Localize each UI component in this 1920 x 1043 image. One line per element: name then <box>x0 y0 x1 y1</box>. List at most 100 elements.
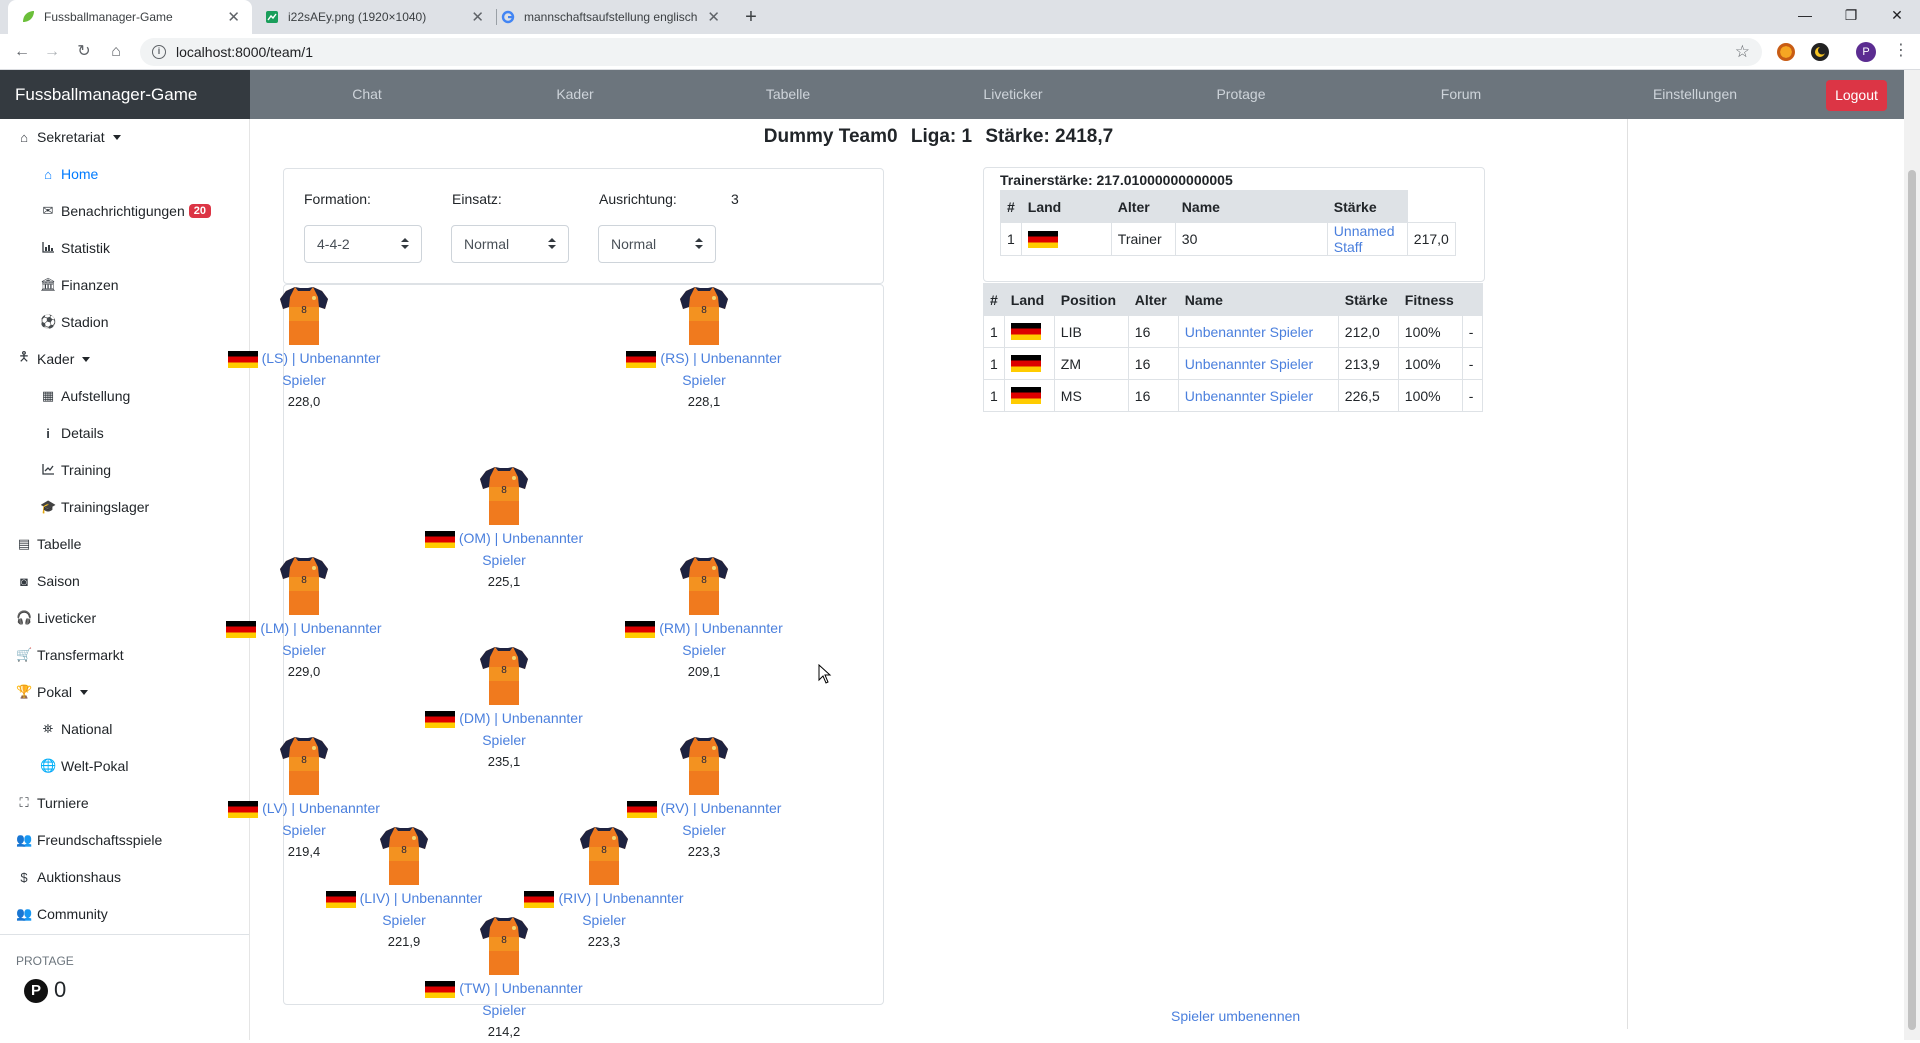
sidebar-item-home[interactable]: ⌂ Home <box>40 163 98 185</box>
player-position-label[interactable]: (RS) | Unbenannter <box>624 347 784 369</box>
player-position-label[interactable]: (LV) | Unbenannter <box>224 797 384 819</box>
sidebar-item-stadion[interactable]: ⚽ Stadion <box>40 311 108 333</box>
sidebar-item-training[interactable]: Training <box>40 459 111 481</box>
trainer-name[interactable]: Unnamed Staff <box>1326 222 1408 256</box>
player-position-label[interactable]: (TW) | Unbenannter <box>424 977 584 999</box>
trainer-name-link[interactable]: Unnamed Staff <box>1334 223 1395 255</box>
nav-link-tabelle[interactable]: Tabelle <box>738 70 838 119</box>
browser-menu-icon[interactable]: ⋮ <box>1893 40 1909 60</box>
forward-arrow-icon[interactable]: → <box>38 38 66 66</box>
squad-name[interactable]: Unbenannter Spieler <box>1177 315 1339 348</box>
sidebar-item-label: Freundschaftsspiele <box>37 832 163 848</box>
night-mode-extension-icon[interactable] <box>1811 43 1829 61</box>
sidebar-item-liveticker[interactable]: 🎧 Liveticker <box>16 607 96 629</box>
extension-icon[interactable] <box>1777 43 1795 61</box>
formation-select[interactable]: 4-4-2 <box>304 225 422 263</box>
nav-link-protage[interactable]: Protage <box>1191 70 1291 119</box>
browser-toolbar: ← → ↻ ⌂ i localhost:8000/team/1 ☆ P ⋮ <box>0 34 1920 70</box>
nav-link-chat[interactable]: Chat <box>317 70 417 119</box>
germany-flag-icon <box>228 800 259 818</box>
player-position-label[interactable]: (RV) | Unbenannter <box>624 797 784 819</box>
squad-name[interactable]: Unbenannter Spieler <box>1177 347 1339 380</box>
protage-coin-icon: P <box>24 979 48 1003</box>
nav-link-einstellungen[interactable]: Einstellungen <box>1640 70 1750 119</box>
page-scrollbar[interactable] <box>1904 70 1920 1040</box>
player-name-link[interactable]: Spieler <box>624 639 784 661</box>
squad-name[interactable]: Unbenannter Spieler <box>1177 379 1339 412</box>
player-card[interactable]: 8 (RS) | Unbenannter Spieler 228,1 <box>624 285 784 413</box>
nav-link-kader[interactable]: Kader <box>525 70 625 119</box>
player-name-link[interactable]: Unbenannter Spieler <box>1185 356 1313 372</box>
sidebar-item-benachrichtigungen[interactable]: ✉ Benachrichtigungen 20 <box>40 200 212 222</box>
player-card[interactable]: 8 (LS) | Unbenannter Spieler 228,0 <box>224 285 384 413</box>
player-name-link[interactable]: Spieler <box>424 999 584 1021</box>
sidebar-item-national[interactable]: ⛯ National <box>40 718 113 740</box>
ausrichtung-select[interactable]: Normal <box>598 225 716 263</box>
sidebar-item-saison[interactable]: ◙ Saison <box>16 570 80 592</box>
sidebar-item-finanzen[interactable]: 🏛 Finanzen <box>40 274 119 296</box>
restore-window-icon[interactable]: ❐ <box>1828 0 1874 30</box>
player-card[interactable]: 8 (TW) | Unbenannter Spieler 214,2 <box>424 915 584 1043</box>
sidebar-item-freundschaftsspiele[interactable]: 👥 Freundschaftsspiele <box>16 829 162 851</box>
player-card[interactable]: 8 (DM) | Unbenannter Spieler 235,1 <box>424 645 584 773</box>
sidebar-item-auktionshaus[interactable]: $ Auktionshaus <box>16 866 121 888</box>
ausrichtung-select-value: Normal <box>611 236 657 252</box>
nav-link-forum[interactable]: Forum <box>1411 70 1511 119</box>
sidebar-item-tabelle[interactable]: ▤ Tabelle <box>16 533 82 555</box>
sidebar-item-turniere[interactable]: ⛶ Turniere <box>16 792 88 814</box>
player-position-label[interactable]: (DM) | Unbenannter <box>424 707 584 729</box>
logout-button[interactable]: Logout <box>1826 80 1887 111</box>
minimize-window-icon[interactable]: — <box>1782 0 1828 30</box>
player-position-label[interactable]: (LM) | Unbenannter <box>224 617 384 639</box>
player-name-link[interactable]: Spieler <box>424 549 584 571</box>
player-name-link[interactable]: Spieler <box>224 369 384 391</box>
sidebar-item-sekretariat[interactable]: ⌂ Sekretariat <box>16 126 121 148</box>
bookmark-star-icon[interactable]: ☆ <box>1735 42 1750 62</box>
sidebar-item-community[interactable]: 👥 Community <box>16 903 108 925</box>
browser-tab[interactable]: mannschaftsaufstellung englisch ✕ <box>488 0 732 34</box>
player-card[interactable]: 8 (OM) | Unbenannter Spieler 225,1 <box>424 465 584 593</box>
sidebar-item-statistik[interactable]: Statistik <box>40 237 110 259</box>
player-name-link[interactable]: Spieler <box>424 729 584 751</box>
player-position-label[interactable]: (LIV) | Unbenannter <box>324 887 484 909</box>
einsatz-select[interactable]: Normal <box>451 225 569 263</box>
player-position-label[interactable]: (RM) | Unbenannter <box>624 617 784 639</box>
close-tab-icon[interactable]: ✕ <box>471 8 484 26</box>
site-info-icon[interactable]: i <box>152 45 166 59</box>
squad-strength: 226,5 <box>1337 379 1399 412</box>
sidebar-item-transfermarkt[interactable]: 🛒 Transfermarkt <box>16 644 124 666</box>
new-tab-button[interactable]: + <box>738 4 764 30</box>
close-window-icon[interactable]: ✕ <box>1874 0 1920 30</box>
browser-tab[interactable]: i22sAEy.png (1920×1040) ✕ <box>252 0 496 34</box>
sidebar-item-pokal[interactable]: 🏆 Pokal <box>16 681 89 703</box>
player-name-link[interactable]: Spieler <box>624 369 784 391</box>
player-position-label[interactable]: (RIV) | Unbenannter <box>524 887 684 909</box>
back-arrow-icon[interactable]: ← <box>8 38 36 66</box>
sidebar-item-kader[interactable]: 🯅 Kader <box>16 348 91 370</box>
player-name-link[interactable]: Unbenannter Spieler <box>1185 324 1313 340</box>
tab-title: Fussballmanager-Game <box>44 10 173 24</box>
home-button-icon[interactable]: ⌂ <box>102 38 130 66</box>
reload-icon[interactable]: ↻ <box>70 38 98 66</box>
sidebar-item-trainingslager[interactable]: 🎓 Trainingslager <box>40 496 149 518</box>
player-name-link[interactable]: Spieler <box>224 639 384 661</box>
player-card[interactable]: 8 (LM) | Unbenannter Spieler 229,0 <box>224 555 384 683</box>
player-position-label[interactable]: (OM) | Unbenannter <box>424 527 584 549</box>
browser-tab-active[interactable]: Fussballmanager-Game ✕ <box>8 0 252 34</box>
profile-avatar[interactable]: P <box>1856 42 1876 62</box>
player-name-link[interactable]: Unbenannter Spieler <box>1185 388 1313 404</box>
close-tab-icon[interactable]: ✕ <box>227 8 240 26</box>
scrollbar-thumb[interactable] <box>1908 170 1916 1030</box>
sidebar-item-details[interactable]: i Details <box>40 422 104 444</box>
sidebar-item-welt-pokal[interactable]: 🌐 Welt-Pokal <box>40 755 128 777</box>
rename-players-link[interactable]: Spieler umbenennen <box>1171 1008 1300 1024</box>
address-bar[interactable]: i localhost:8000/team/1 ☆ <box>140 38 1762 66</box>
close-tab-icon[interactable]: ✕ <box>707 8 720 26</box>
player-strength: 209,1 <box>687 664 721 679</box>
player-card[interactable]: 8 (RM) | Unbenannter Spieler 209,1 <box>624 555 784 683</box>
nav-link-liveticker[interactable]: Liveticker <box>963 70 1063 119</box>
player-position-label[interactable]: (LS) | Unbenannter <box>224 347 384 369</box>
content-divider <box>1627 119 1628 1029</box>
brand-link[interactable]: Fussballmanager-Game <box>0 70 250 119</box>
sidebar-item-aufstellung[interactable]: ▦ Aufstellung <box>40 385 130 407</box>
